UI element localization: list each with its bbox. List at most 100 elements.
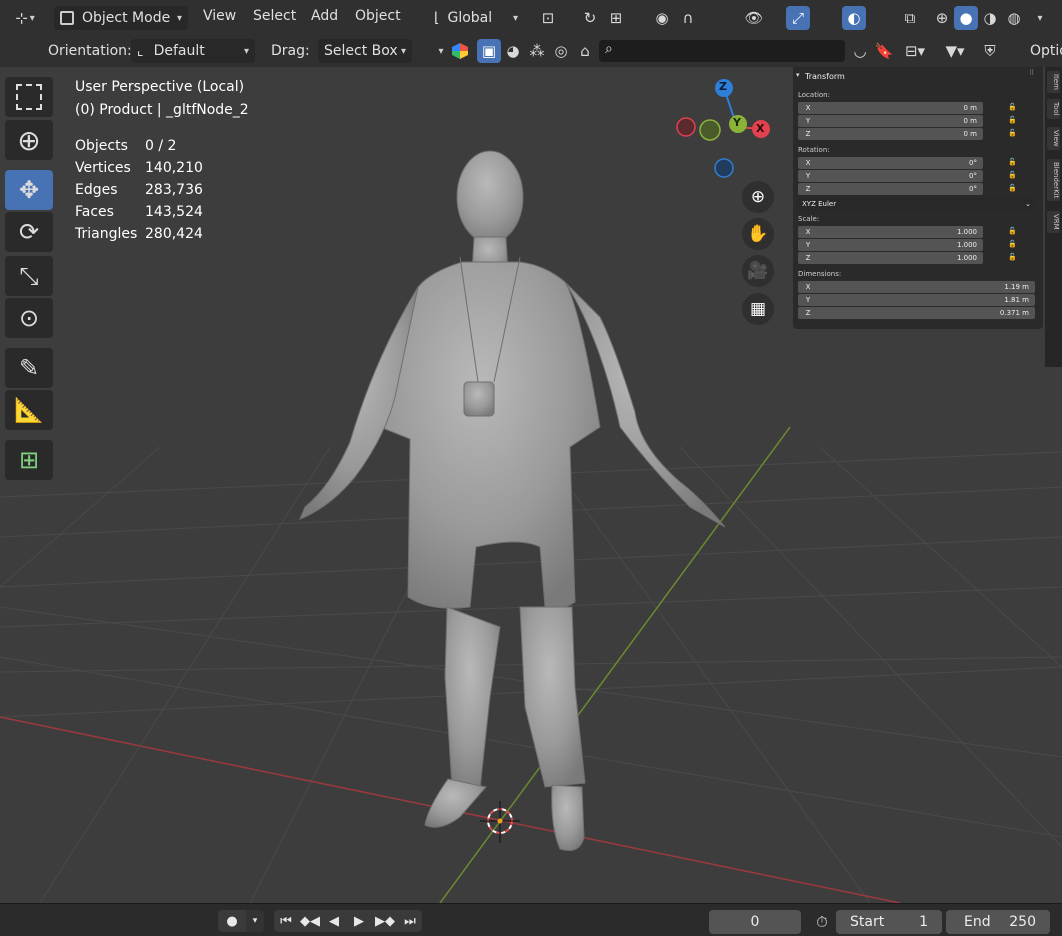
prev-keyframe-button[interactable]: ◆◀	[298, 910, 322, 932]
tab-item[interactable]: Item	[1047, 71, 1060, 93]
camera-view-button[interactable]: 🎥	[742, 255, 774, 287]
character-model[interactable]	[299, 150, 726, 851]
orientation-dropdown[interactable]: ⌞ Default ▾	[131, 39, 255, 63]
scale-z-field[interactable]: Z 1.000	[798, 252, 983, 264]
location-z-field[interactable]: Z 0 m	[798, 128, 983, 140]
particles-filter-icon[interactable]: ⁂	[525, 39, 549, 63]
menu-object[interactable]: Object	[355, 8, 401, 24]
lock-icon[interactable]: 🔓	[1008, 158, 1017, 166]
next-keyframe-button[interactable]: ▶◆	[372, 910, 398, 932]
start-frame-field[interactable]: Start 1	[836, 910, 942, 934]
shield-icon[interactable]: ⛨	[978, 39, 1002, 63]
shading-options-chevron-icon[interactable]: ▾	[1028, 6, 1052, 30]
lock-icon[interactable]: 🔓	[1008, 129, 1017, 137]
dimensions-y-field[interactable]: Y 1.81 m	[798, 294, 1035, 306]
play-reverse-button[interactable]: ◀	[322, 910, 346, 932]
hdri-filter-icon[interactable]: ◎	[549, 39, 573, 63]
solid-shading-icon[interactable]: ●	[954, 6, 978, 30]
dimensions-z-field[interactable]: Z 0.371 m	[798, 307, 1035, 319]
jump-end-button[interactable]: ⏭	[398, 910, 422, 932]
materials-filter-icon[interactable]: ◕	[501, 39, 525, 63]
falloff-icon[interactable]: ∩	[676, 6, 700, 30]
transform-tool[interactable]: ⊙	[5, 298, 53, 338]
cursor-tool[interactable]: ⊕	[5, 120, 53, 160]
snap-icon[interactable]: ↻	[578, 6, 602, 30]
gizmo-toggle-icon[interactable]: ⤢	[786, 6, 810, 30]
rotation-z-field[interactable]: Z 0°	[798, 183, 983, 195]
brush-filter-icon[interactable]: ⌂	[573, 39, 597, 63]
rotation-mode-dropdown[interactable]: XYZ Euler ⌄	[798, 198, 1035, 210]
location-x-field[interactable]: X 0 m	[798, 102, 983, 114]
ortho-toggle-button[interactable]: ▦	[742, 293, 774, 325]
add-cube-tool[interactable]: ⊞	[5, 440, 53, 480]
asset-search-input[interactable]: ⌕	[599, 40, 845, 62]
rotate-tool[interactable]: ⟳	[5, 212, 53, 252]
tab-view[interactable]: View	[1047, 127, 1060, 150]
field-value: 1.19 m	[1004, 283, 1029, 291]
overlay-toggle-icon[interactable]: ◐	[842, 6, 866, 30]
dimensions-x-field[interactable]: X 1.19 m	[798, 281, 1035, 293]
proportional-edit-icon[interactable]: ◉	[650, 6, 674, 30]
lock-icon[interactable]: 🔓	[1008, 227, 1017, 235]
annotate-tool[interactable]: ✎	[5, 348, 53, 388]
location-y-field[interactable]: Y 0 m	[798, 115, 983, 127]
rotation-y-field[interactable]: Y 0°	[798, 170, 983, 182]
snap-increment-icon[interactable]: ⊞	[604, 6, 628, 30]
3d-viewport[interactable]: Z Y X User Perspective (Local) (0) Produ…	[0, 67, 1062, 903]
axis-label: X	[805, 159, 811, 167]
current-frame-field[interactable]: 0	[709, 910, 801, 934]
chevron-down-icon[interactable]: ▾	[246, 910, 264, 932]
scale-tool[interactable]: ⤡	[5, 256, 53, 296]
stopwatch-icon[interactable]: ⏱	[810, 910, 834, 934]
lock-icon[interactable]: 🔓	[1008, 171, 1017, 179]
drag-handle-icon[interactable]: ⠿	[1029, 69, 1034, 77]
lock-icon[interactable]: 🔓	[1008, 103, 1017, 111]
editor-type-button[interactable]: ⊹ ▾	[8, 6, 42, 30]
fold-icon[interactable]: ◡	[848, 39, 872, 63]
material-shading-icon[interactable]: ◑	[978, 6, 1002, 30]
zoom-button[interactable]: ⊕	[742, 181, 774, 213]
visibility-icon[interactable]: 👁	[742, 6, 766, 30]
lock-icon[interactable]: 🔓	[1008, 184, 1017, 192]
play-button[interactable]: ▶	[346, 910, 372, 932]
rendered-shading-icon[interactable]: ◍	[1002, 6, 1026, 30]
models-filter-icon[interactable]: ▣	[477, 39, 501, 63]
lock-icon[interactable]: 🔓	[1008, 116, 1017, 124]
menu-select[interactable]: Select	[253, 8, 296, 24]
jump-start-button[interactable]: ⏮	[274, 910, 298, 932]
sidebar-tabs: Item Tool View BlenderKit VRM	[1045, 67, 1062, 367]
3d-cursor[interactable]	[480, 801, 520, 843]
tab-vrm[interactable]: VRM	[1047, 211, 1060, 233]
lock-icon[interactable]: 🔓	[1008, 240, 1017, 248]
menu-view[interactable]: View	[203, 8, 236, 24]
move-tool[interactable]: ✥	[5, 170, 53, 210]
transform-panel-title[interactable]: Transform	[805, 72, 845, 81]
options-button[interactable]: Optio	[1030, 43, 1062, 59]
drag-dropdown[interactable]: Select Box ▾	[318, 39, 412, 63]
pivot-point-icon[interactable]: ⊡	[536, 6, 560, 30]
bookmark-icon[interactable]: 🔖	[872, 39, 896, 63]
scale-y-field[interactable]: Y 1.000	[798, 239, 983, 251]
wireframe-shading-icon[interactable]: ⊕	[930, 6, 954, 30]
pan-button[interactable]: ✋	[742, 218, 774, 250]
lock-icon[interactable]: 🔓	[1008, 253, 1017, 261]
filter-icon[interactable]: ▼▾	[938, 39, 972, 63]
rotation-x-field[interactable]: X 0°	[798, 157, 983, 169]
menu-add[interactable]: Add	[311, 8, 338, 24]
xray-icon[interactable]: ⧉	[898, 6, 922, 30]
chevron-down-icon[interactable]: ▾	[434, 39, 448, 63]
select-box-tool[interactable]	[5, 77, 53, 117]
chevron-down-icon[interactable]: ▾	[796, 71, 800, 79]
transform-orientation-dropdown[interactable]: ⌊ Global ▾	[428, 6, 524, 30]
tab-blenderkit[interactable]: BlenderKit	[1047, 159, 1060, 202]
end-frame-field[interactable]: End 250	[946, 910, 1050, 934]
asset-bar-options-icon[interactable]: ⊟▾	[898, 39, 932, 63]
drag-value-label: Select Box	[324, 43, 398, 59]
field-value: 1.000	[956, 241, 977, 249]
mode-dropdown[interactable]: Object Mode ▾	[54, 6, 188, 30]
scale-x-field[interactable]: X 1.000	[798, 226, 983, 238]
tab-tool[interactable]: Tool	[1047, 99, 1060, 119]
record-button[interactable]: ●	[218, 910, 246, 932]
blenderkit-logo-icon[interactable]	[448, 39, 472, 63]
measure-tool[interactable]: 📐	[5, 390, 53, 430]
